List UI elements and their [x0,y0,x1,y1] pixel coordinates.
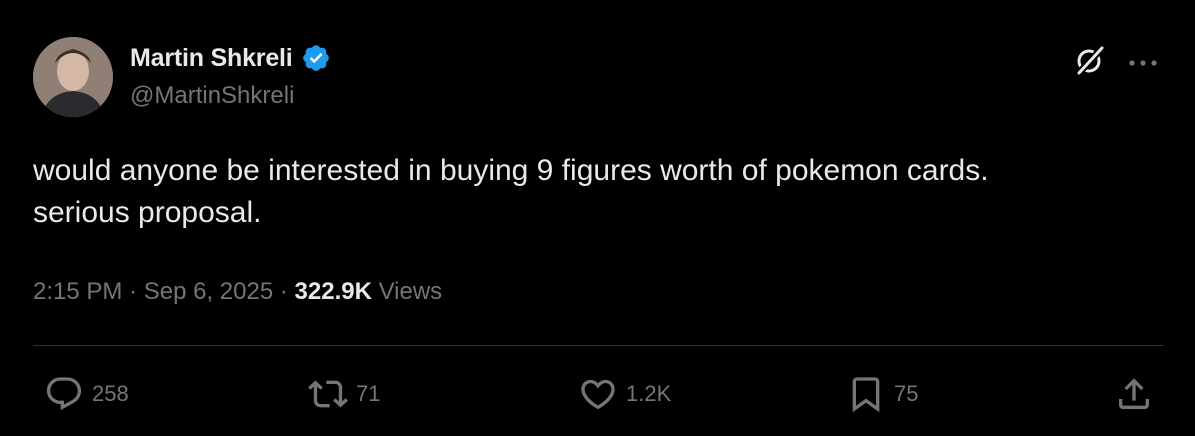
author-name-row: Martin Shkreli [130,42,331,74]
tweet-meta: 2:15 PM · Sep 6, 2025 · 322.9K Views [33,278,442,306]
meta-separator: · [129,278,138,305]
tweet-text-line: would anyone be interested in buying 9 f… [33,154,989,187]
repost-icon [308,380,348,408]
repost-count: 71 [356,381,381,406]
author-handle[interactable]: @MartinShkreli [130,82,294,110]
repost-button[interactable]: 71 [308,372,380,416]
views-count: 322.9K [294,278,372,305]
bookmark-count: 75 [894,381,919,406]
share-button[interactable] [1114,372,1154,416]
reply-count: 258 [92,381,129,406]
verified-badge-icon[interactable] [301,43,331,73]
meta-separator: · [279,278,288,305]
tweet-date[interactable]: Sep 6, 2025 [144,278,273,305]
tweet-text-line: serious proposal. [33,196,262,229]
reply-button[interactable]: 258 [44,372,129,416]
like-count: 1.2K [626,381,672,406]
share-icon [1119,378,1149,409]
tweet-text: would anyone be interested in buying 9 f… [33,150,1163,234]
bookmark-button[interactable]: 75 [846,372,918,416]
views-label: Views [378,278,443,305]
divider [33,345,1164,346]
bookmark-icon [852,377,880,413]
like-button[interactable]: 1.2K [578,372,671,416]
author-display-name[interactable]: Martin Shkreli [130,44,293,73]
avatar-photo [33,37,113,117]
tweet-card: Martin Shkreli @MartinShkreli would anyo… [0,0,1195,436]
more-icon[interactable] [1126,55,1160,66]
avatar[interactable] [33,37,113,117]
like-icon [581,379,615,410]
grok-icon[interactable] [1073,43,1107,77]
reply-icon [46,377,82,411]
tweet-time[interactable]: 2:15 PM [33,278,122,305]
